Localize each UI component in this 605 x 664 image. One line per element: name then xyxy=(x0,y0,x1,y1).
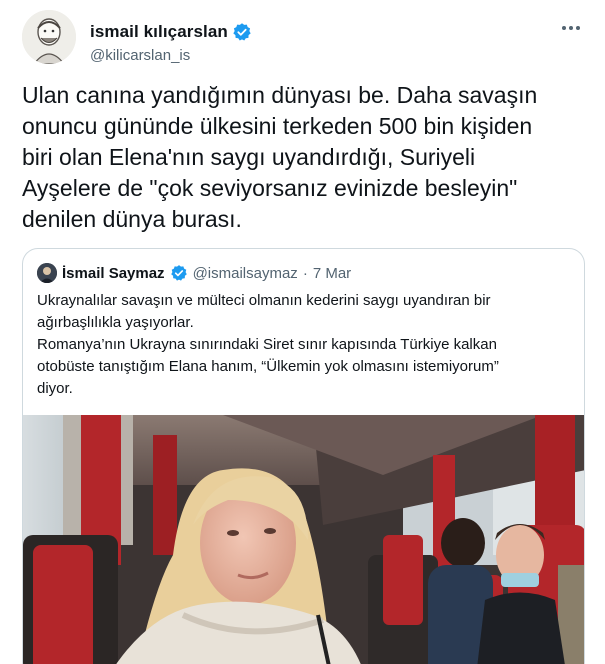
quoted-author-avatar[interactable] xyxy=(37,263,57,283)
tweet-text: Ulan canına yandığımın dünyası be. Daha … xyxy=(22,82,538,232)
dot xyxy=(562,26,566,30)
author-handle[interactable]: @kilicarslan_is xyxy=(90,47,190,64)
quoted-tweet-photo[interactable] xyxy=(23,415,584,664)
verified-badge-icon xyxy=(170,264,188,282)
dot xyxy=(576,26,580,30)
verified-badge-icon xyxy=(232,22,252,42)
author-name[interactable]: ismail kılıçarslan xyxy=(90,22,228,42)
separator-dot: · xyxy=(302,264,308,282)
quoted-tweet-date[interactable]: 7 Mar xyxy=(313,265,351,282)
quoted-tweet-card[interactable]: İsmail Saymaz @ismailsaymaz · 7 Mar Ukra… xyxy=(22,248,585,664)
author-avatar[interactable] xyxy=(22,10,76,64)
author-name-row[interactable]: ismail kılıçarslan xyxy=(90,22,252,42)
dot xyxy=(569,26,573,30)
more-options-icon[interactable] xyxy=(559,18,583,38)
quoted-tweet-text: Ukraynalılar savaşın ve mülteci olmanın … xyxy=(37,292,499,397)
quoted-author-name[interactable]: İsmail Saymaz xyxy=(62,265,165,282)
quoted-author-handle[interactable]: @ismailsaymaz xyxy=(193,265,298,282)
quoted-tweet-header: İsmail Saymaz @ismailsaymaz · 7 Mar xyxy=(37,263,351,283)
tweet-header: ismail kılıçarslan @kilicarslan_is xyxy=(22,10,587,66)
